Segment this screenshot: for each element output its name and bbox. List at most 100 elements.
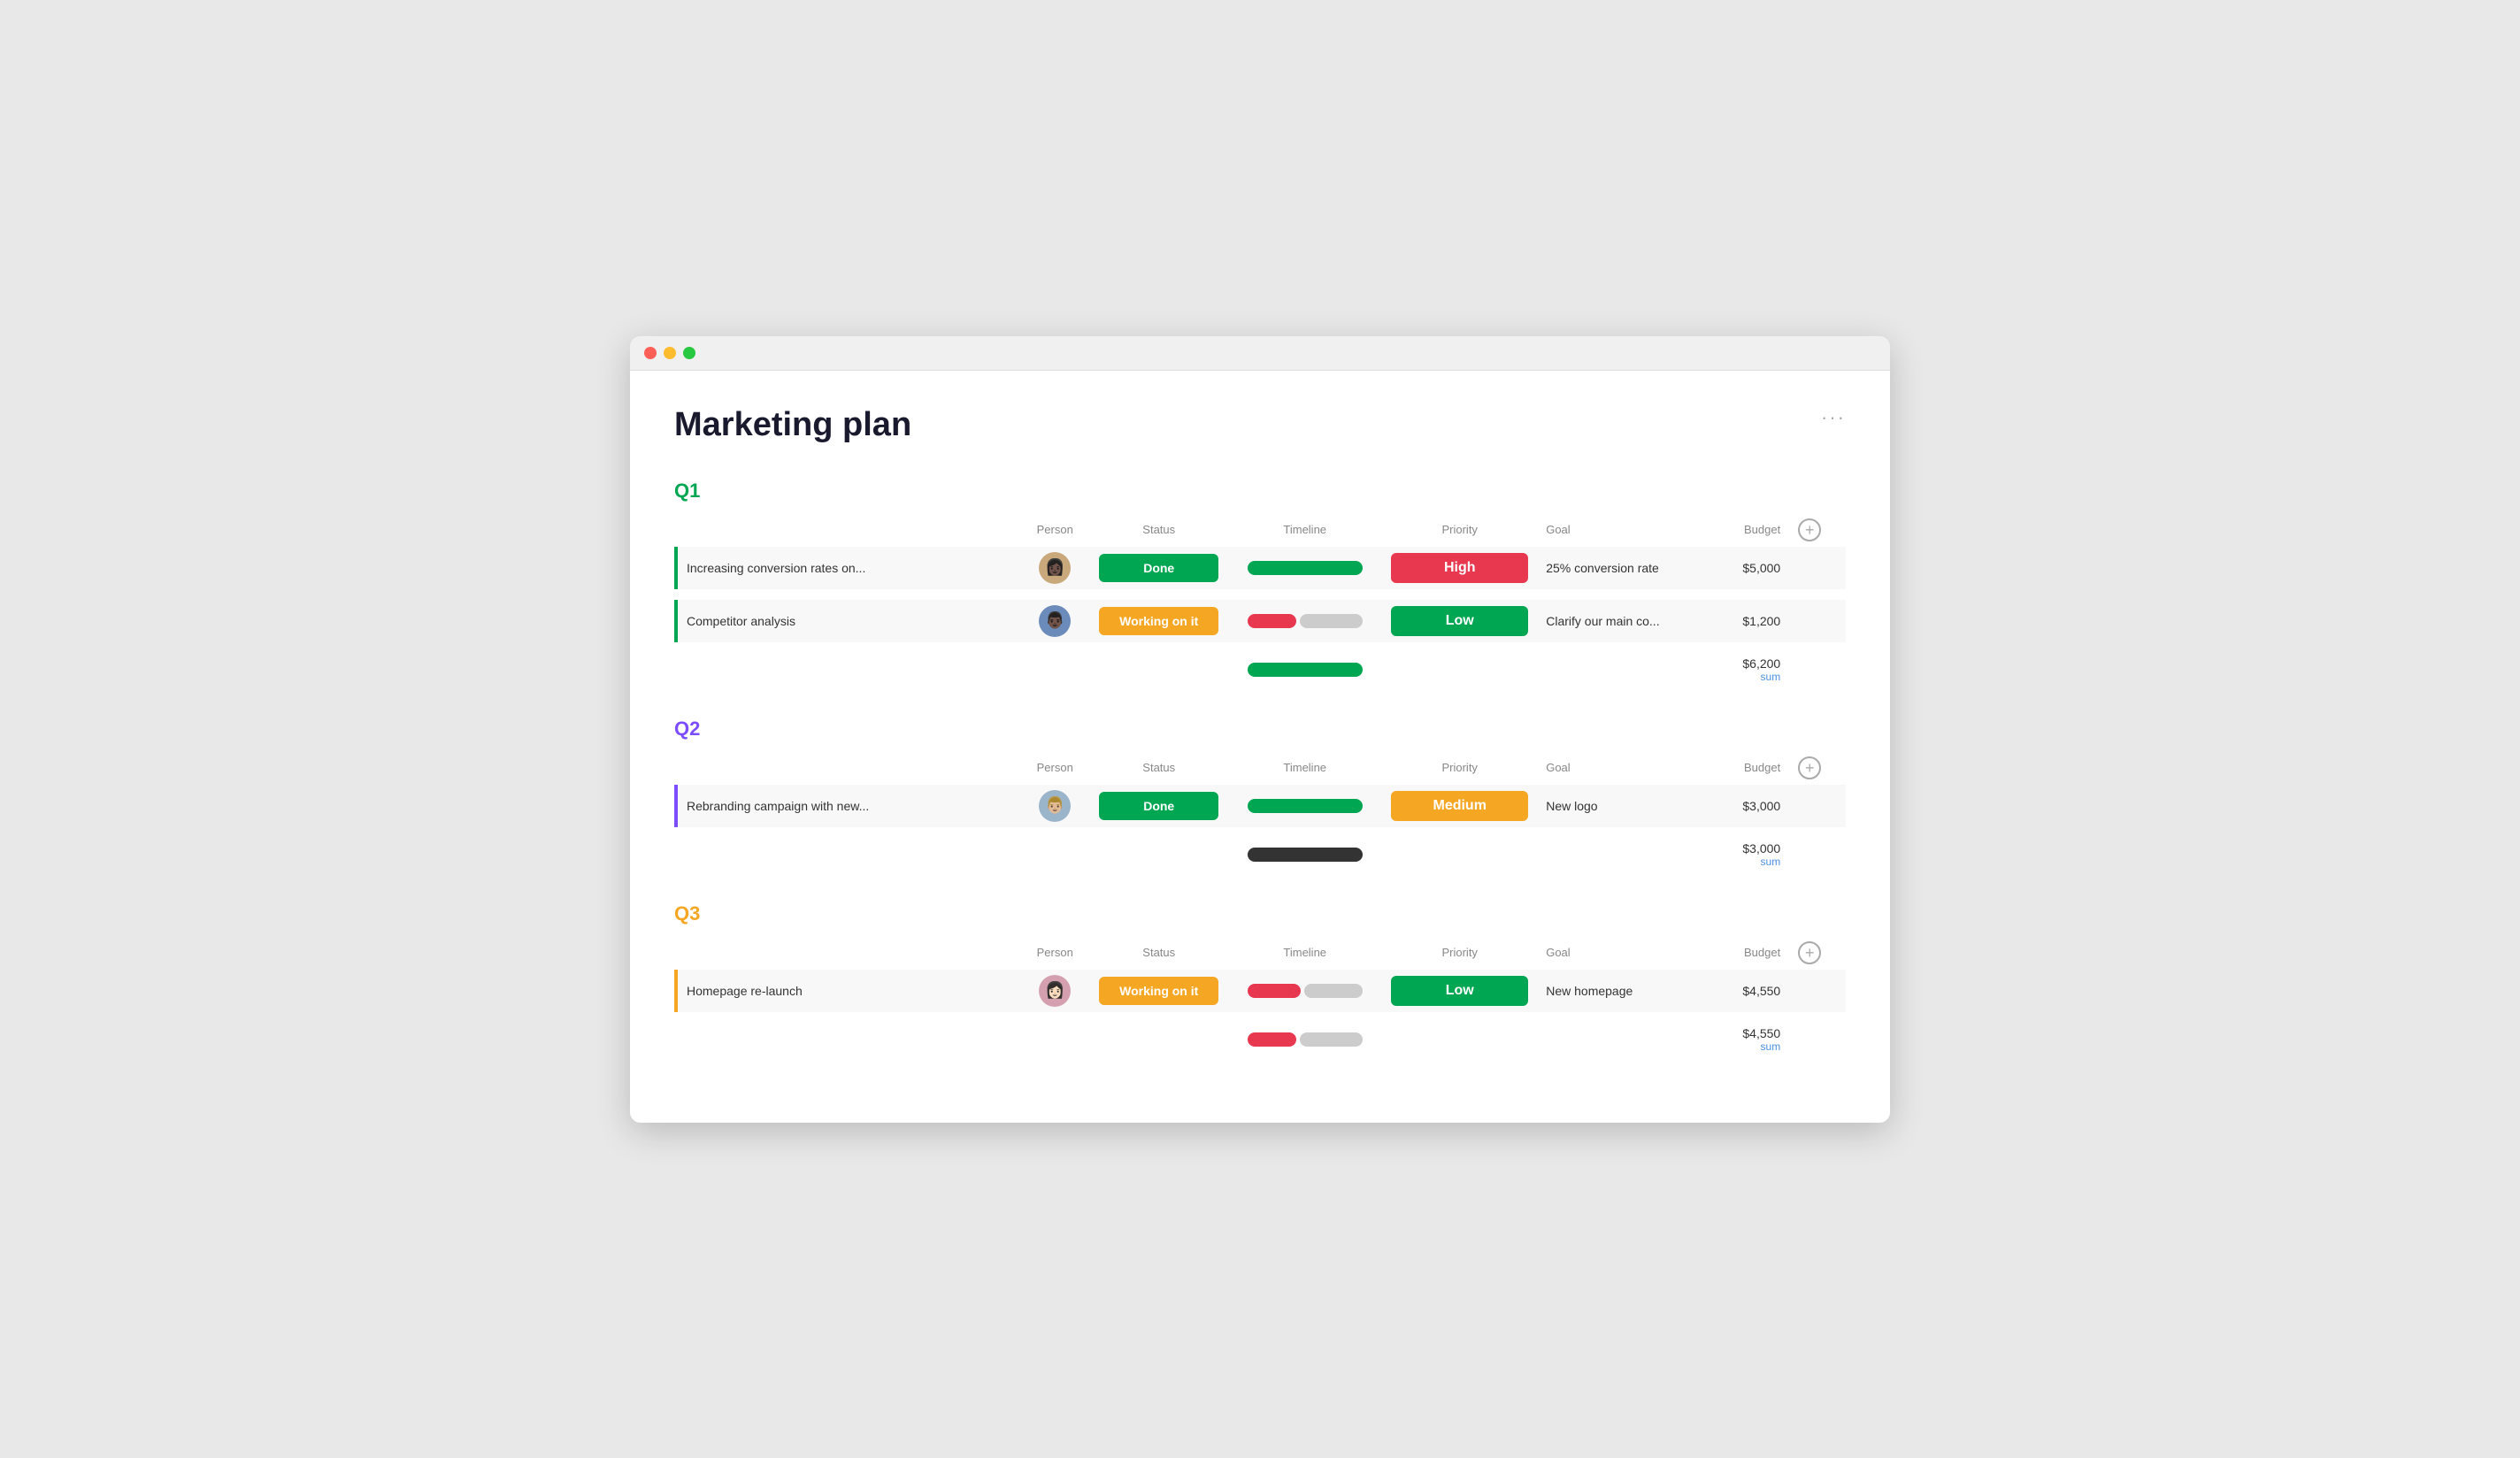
col-header-goal: Goal (1537, 751, 1692, 785)
col-header-status: Status (1090, 936, 1227, 970)
task-name: Competitor analysis (687, 614, 795, 628)
col-header-add: + (1789, 751, 1846, 785)
sum-amount: $3,000 (1701, 841, 1780, 856)
timeline-cell (1227, 970, 1382, 1012)
sum-timeline-fill (1248, 1032, 1296, 1047)
section-q2: Q2PersonStatusTimelinePriorityGoalBudget… (674, 717, 1846, 871)
status-cell[interactable]: Working on it (1090, 970, 1227, 1012)
sections-container: Q1PersonStatusTimelinePriorityGoalBudget… (674, 480, 1846, 1056)
col-header-timeline: Timeline (1227, 936, 1382, 970)
task-cell: Homepage re-launch (676, 970, 1019, 1012)
section-header-q1: Q1 (674, 480, 1846, 503)
section-header-q2: Q2 (674, 717, 1846, 741)
minimize-button[interactable] (664, 347, 676, 359)
sum-row: $3,000sum (676, 838, 1846, 871)
budget-cell: $4,550 (1692, 970, 1789, 1012)
person-cell: 👩🏿 (1019, 547, 1090, 589)
budget-cell: $1,200 (1692, 600, 1789, 642)
col-header-goal: Goal (1537, 513, 1692, 547)
table-row: Increasing conversion rates on...👩🏿DoneH… (676, 547, 1846, 589)
col-header-budget: Budget (1692, 513, 1789, 547)
timeline-progress (1248, 614, 1363, 628)
goal-cell: 25% conversion rate (1537, 547, 1692, 589)
task-name: Homepage re-launch (687, 984, 803, 998)
sum-timeline-cell (1227, 838, 1382, 871)
main-content: Marketing plan ··· Q1PersonStatusTimelin… (630, 371, 1890, 1123)
goal-cell: Clarify our main co... (1537, 600, 1692, 642)
person-cell: 👨🏼 (1019, 785, 1090, 827)
table-q2: PersonStatusTimelinePriorityGoalBudget+R… (674, 751, 1846, 871)
section-title-q1: Q1 (674, 480, 700, 503)
row-actions-cell (1789, 785, 1846, 827)
avatar: 👨🏿 (1039, 605, 1071, 637)
task-cell: Competitor analysis (676, 600, 1019, 642)
section-q3: Q3PersonStatusTimelinePriorityGoalBudget… (674, 902, 1846, 1056)
col-header-budget: Budget (1692, 751, 1789, 785)
sum-amount-cell: $6,200sum (1692, 653, 1789, 687)
status-badge[interactable]: Working on it (1099, 977, 1218, 1005)
goal-cell: New logo (1537, 785, 1692, 827)
priority-badge[interactable]: Medium (1391, 791, 1528, 821)
sum-timeline-progress (1248, 1032, 1363, 1047)
task-cell: Rebranding campaign with new... (676, 785, 1019, 827)
col-header-status: Status (1090, 751, 1227, 785)
maximize-button[interactable] (683, 347, 695, 359)
table-q3: PersonStatusTimelinePriorityGoalBudget+H… (674, 936, 1846, 1056)
timeline-cell (1227, 785, 1382, 827)
sum-timeline-bg (1300, 1032, 1363, 1047)
timeline-bar (1248, 799, 1363, 813)
budget-cell: $3,000 (1692, 785, 1789, 827)
col-header-timeline: Timeline (1227, 751, 1382, 785)
goal-cell: New homepage (1537, 970, 1692, 1012)
status-badge[interactable]: Working on it (1099, 607, 1218, 635)
more-options-button[interactable]: ··· (1821, 406, 1846, 429)
close-button[interactable] (644, 347, 657, 359)
col-header-budget: Budget (1692, 936, 1789, 970)
person-cell: 👩🏻 (1019, 970, 1090, 1012)
col-header-status: Status (1090, 513, 1227, 547)
col-header-add: + (1789, 513, 1846, 547)
task-name: Rebranding campaign with new... (687, 799, 869, 813)
status-badge[interactable]: Done (1099, 554, 1218, 582)
col-header-person: Person (1019, 936, 1090, 970)
priority-badge[interactable]: High (1391, 553, 1528, 583)
status-badge[interactable]: Done (1099, 792, 1218, 820)
add-row-button-q1[interactable]: + (1798, 518, 1821, 541)
col-header-task (676, 751, 1019, 785)
priority-cell[interactable]: Low (1382, 600, 1537, 642)
section-title-q2: Q2 (674, 717, 700, 741)
app-window: Marketing plan ··· Q1PersonStatusTimelin… (630, 336, 1890, 1123)
add-row-button-q3[interactable]: + (1798, 941, 1821, 964)
traffic-lights (644, 347, 695, 359)
status-cell[interactable]: Done (1090, 547, 1227, 589)
timeline-bar (1248, 561, 1363, 575)
col-header-add: + (1789, 936, 1846, 970)
status-cell[interactable]: Done (1090, 785, 1227, 827)
section-q1: Q1PersonStatusTimelinePriorityGoalBudget… (674, 480, 1846, 687)
table-header-row: PersonStatusTimelinePriorityGoalBudget+ (676, 513, 1846, 547)
col-header-timeline: Timeline (1227, 513, 1382, 547)
sum-label: sum (1701, 1040, 1780, 1053)
add-row-button-q2[interactable]: + (1798, 756, 1821, 779)
table-row: Homepage re-launch 👩🏻 Working on it Low New … (676, 970, 1846, 1012)
priority-badge[interactable]: Low (1391, 606, 1528, 636)
section-header-q3: Q3 (674, 902, 1846, 925)
priority-cell[interactable]: Medium (1382, 785, 1537, 827)
avatar: 👩🏿 (1039, 552, 1071, 584)
sum-timeline-cell (1227, 653, 1382, 687)
priority-badge[interactable]: Low (1391, 976, 1528, 1006)
sum-amount: $6,200 (1701, 656, 1780, 671)
priority-cell[interactable]: High (1382, 547, 1537, 589)
timeline-progress (1248, 984, 1363, 998)
sum-timeline-bar (1248, 663, 1363, 677)
timeline-cell (1227, 600, 1382, 642)
sum-label: sum (1701, 671, 1780, 683)
sum-row: $4,550sum (676, 1023, 1846, 1056)
table-q1: PersonStatusTimelinePriorityGoalBudget+I… (674, 513, 1846, 687)
person-cell: 👨🏿 (1019, 600, 1090, 642)
row-actions-cell (1789, 547, 1846, 589)
col-header-task (676, 936, 1019, 970)
timeline-cell (1227, 547, 1382, 589)
status-cell[interactable]: Working on it (1090, 600, 1227, 642)
priority-cell[interactable]: Low (1382, 970, 1537, 1012)
